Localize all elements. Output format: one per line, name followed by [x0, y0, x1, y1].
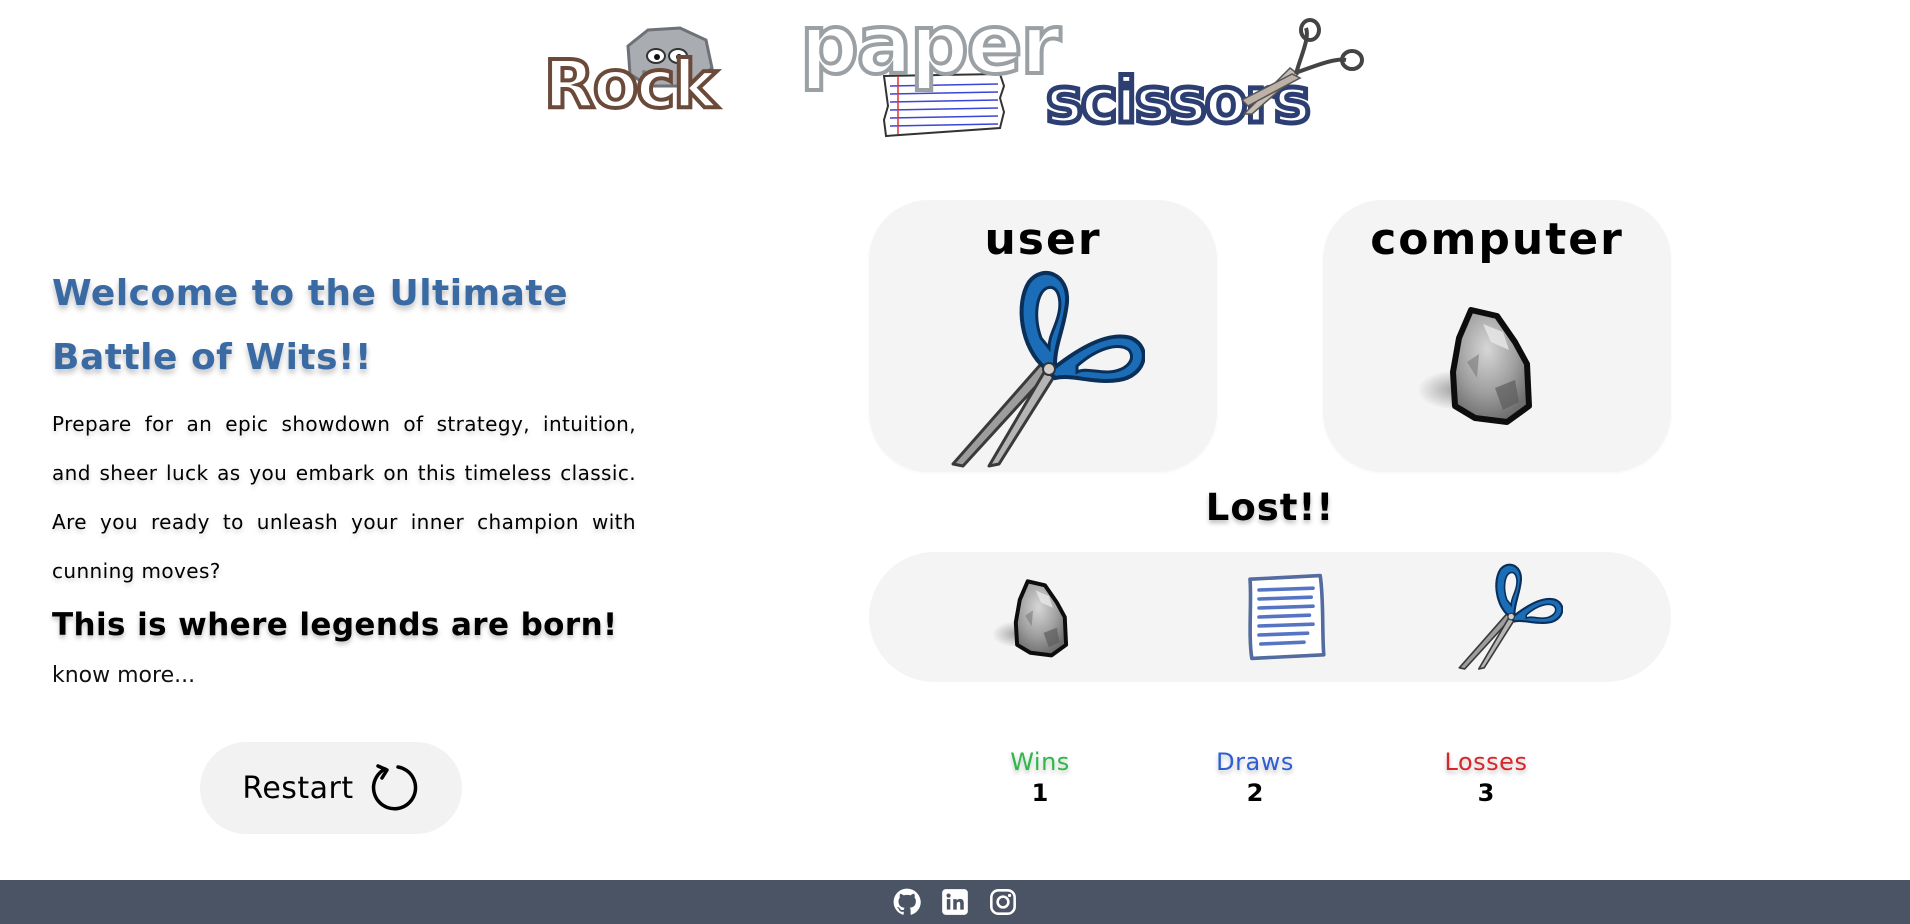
choice-scissors-button[interactable]	[1455, 562, 1563, 673]
choice-paper-button[interactable]	[1241, 572, 1331, 665]
computer-choice-rock-icon	[1419, 302, 1539, 432]
round-result: Lost!!	[1205, 486, 1335, 529]
computer-card: computer	[1323, 200, 1671, 472]
restart-label: Restart	[242, 770, 354, 806]
draws-value: 2	[1246, 779, 1264, 807]
wins-score: Wins 1	[995, 746, 1085, 808]
logo-scissors-icon	[1240, 18, 1364, 115]
logo-paper-text: paper	[798, 0, 1063, 95]
wins-value: 1	[1031, 779, 1049, 807]
rock-icon	[993, 576, 1073, 662]
restart-icon	[371, 764, 417, 811]
user-title: user	[984, 214, 1102, 265]
logo-rock-text: Rock	[542, 44, 719, 125]
intro-tagline: This is where legends are born!	[52, 607, 618, 643]
know-more-link[interactable]: know more...	[52, 656, 195, 696]
user-card: user	[869, 200, 1217, 472]
intro-heading: Welcome to the Ultimate Battle of Wits!!	[52, 273, 569, 378]
linkedin-icon[interactable]	[941, 888, 969, 916]
intro-section: Welcome to the Ultimate Battle of Wits!!…	[52, 262, 636, 696]
github-icon[interactable]	[893, 888, 921, 916]
user-choice-scissors-icon	[945, 268, 1145, 468]
restart-button[interactable]: Restart	[200, 742, 462, 834]
draws-score: Draws 2	[1200, 746, 1310, 808]
draws-label: Draws	[1216, 748, 1294, 776]
losses-label: Losses	[1444, 748, 1528, 776]
computer-title: computer	[1370, 214, 1624, 265]
losses-score: Losses 3	[1424, 746, 1548, 808]
footer	[0, 880, 1910, 924]
intro-body: Prepare for an epic showdown of strategy…	[52, 412, 636, 583]
paper-icon	[1241, 572, 1331, 662]
instagram-icon[interactable]	[989, 888, 1017, 916]
choice-rock-button[interactable]	[993, 576, 1073, 665]
wins-label: Wins	[1010, 748, 1070, 776]
scissors-icon	[1455, 562, 1563, 670]
choice-bar	[869, 552, 1671, 682]
losses-value: 3	[1477, 779, 1495, 807]
game-logo: Rock paper scissors	[540, 0, 1364, 140]
